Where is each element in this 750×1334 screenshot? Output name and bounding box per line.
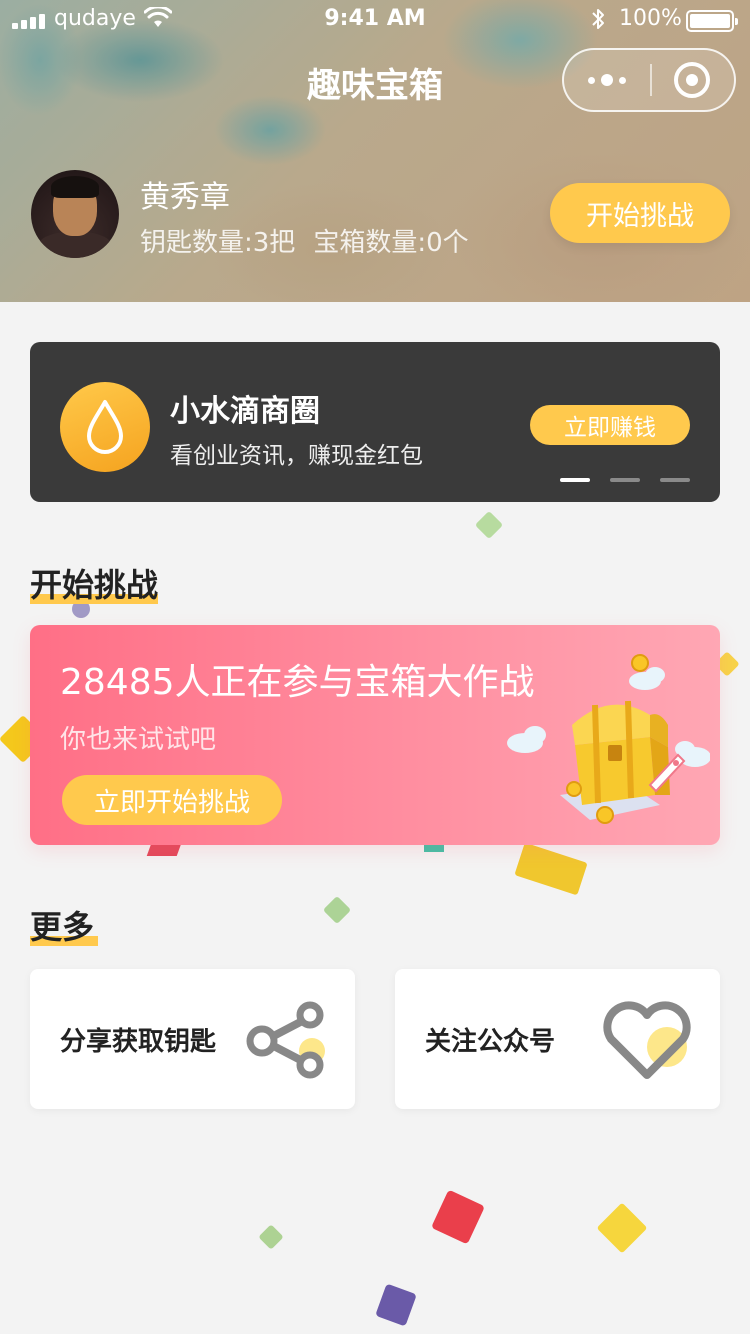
avatar [31, 170, 119, 258]
decor-cube-green-3 [258, 1224, 284, 1250]
banner-title: 小水滴商圈 [170, 394, 320, 429]
key-count: 钥匙数量:3把 [140, 228, 296, 258]
carousel-dot[interactable] [660, 478, 690, 482]
water-drop-icon [60, 382, 150, 472]
share-get-keys-card[interactable]: 分享获取钥匙 [30, 969, 355, 1109]
challenge-card[interactable]: 28485人正在参与宝箱大作战 你也来试试吧 立即开始挑战 [30, 625, 720, 845]
status-bar: qudaye 9:41 AM 100% [0, 0, 750, 40]
decor-block-yellow [514, 842, 588, 896]
section-title-more: 更多 [30, 902, 98, 948]
capsule-divider [650, 64, 652, 96]
close-target-icon[interactable] [674, 62, 710, 98]
carousel-dot-active[interactable] [560, 478, 590, 482]
mini-program-capsule [562, 48, 736, 112]
chest-count: 宝箱数量:0个 [313, 228, 469, 258]
user-name: 黄秀章 [140, 180, 230, 215]
decor-cube-green-2 [322, 895, 352, 925]
carousel-indicator [560, 478, 690, 482]
profile-header: qudaye 9:41 AM 100% 趣味宝箱 黄秀章 钥匙数量:3把 宝箱数… [0, 0, 750, 302]
page: qudaye 9:41 AM 100% 趣味宝箱 黄秀章 钥匙数量:3把 宝箱数… [0, 0, 750, 1334]
user-stats: 钥匙数量:3把 宝箱数量:0个 [140, 222, 469, 259]
bluetooth-icon [592, 9, 604, 29]
more-dots-icon[interactable] [564, 50, 650, 110]
share-card-label: 分享获取钥匙 [60, 1027, 217, 1057]
challenge-subtitle: 你也来试试吧 [60, 725, 217, 755]
decor-cube-purple-bottom [375, 1283, 417, 1327]
decor-cube-yellow-bottom [596, 1202, 648, 1254]
share-icon [246, 1001, 325, 1079]
follow-official-account-card[interactable]: 关注公众号 [395, 969, 720, 1109]
follow-card-label: 关注公众号 [425, 1027, 556, 1057]
carousel-dot[interactable] [610, 478, 640, 482]
heart-icon [603, 1001, 691, 1079]
banner-subtitle: 看创业资讯，赚现金红包 [170, 443, 423, 469]
earn-money-button[interactable]: 立即赚钱 [530, 405, 690, 445]
decor-cube-green [474, 510, 504, 540]
treasure-chest-illustration [507, 654, 710, 824]
decor-cube-red-bottom [430, 1189, 486, 1245]
start-now-button[interactable]: 立即开始挑战 [62, 775, 282, 825]
battery-icon [686, 10, 738, 32]
battery-percent: 100% [619, 6, 682, 31]
start-challenge-button[interactable]: 开始挑战 [550, 183, 730, 243]
section-title-challenge: 开始挑战 [30, 566, 159, 604]
promo-banner[interactable]: 小水滴商圈 看创业资讯，赚现金红包 立即赚钱 [30, 342, 720, 502]
participant-count: 28485人正在参与宝箱大作战 [60, 662, 535, 703]
